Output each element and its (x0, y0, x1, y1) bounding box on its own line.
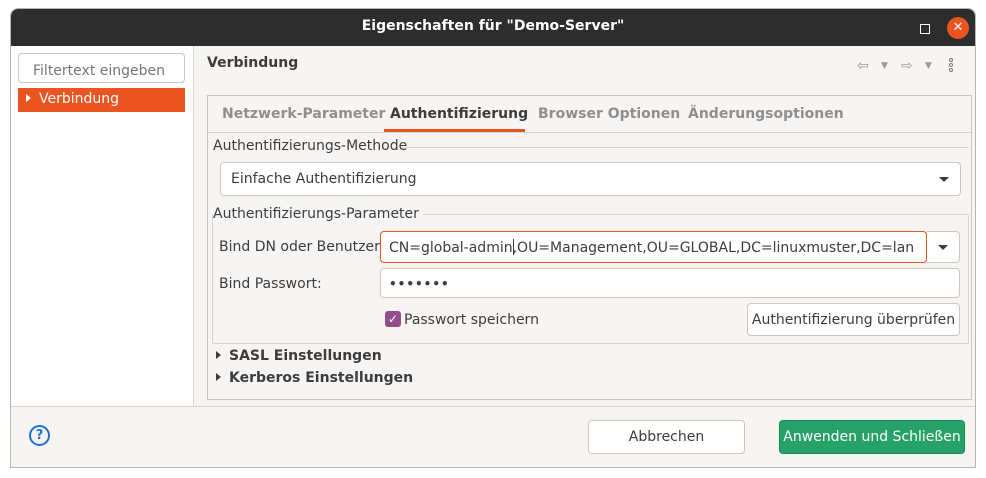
back-arrow-icon[interactable]: ⇦ (857, 58, 869, 74)
sidebar: Verbindung (11, 46, 194, 406)
filter-input[interactable] (18, 53, 185, 83)
sasl-section-label: SASL Einstellungen (229, 348, 382, 364)
bind-password-input[interactable]: ••••••• (380, 268, 960, 298)
auth-method-select[interactable]: Einfache Authentifizierung (220, 162, 961, 196)
bind-dn-text-after-cursor: ,OU=Management,OU=GLOBAL,DC=linuxmuster,… (512, 240, 915, 256)
title-bar[interactable]: Eigenschaften für "Demo-Server" ✕ (11, 9, 975, 46)
check-authentication-button[interactable]: Authentifizierung überprüfen (747, 303, 960, 336)
save-password-checkbox[interactable]: ✓ (385, 311, 401, 327)
forward-dropdown-icon[interactable]: ▼ (925, 58, 932, 74)
expand-arrow-icon[interactable] (216, 351, 221, 359)
close-icon[interactable]: ✕ (947, 17, 969, 39)
view-menu-icon[interactable] (949, 58, 955, 74)
minimize-icon[interactable] (913, 17, 935, 39)
expand-arrow-icon[interactable] (216, 373, 221, 381)
sidebar-item-verbindung[interactable]: Verbindung (18, 88, 185, 112)
auth-method-value: Einfache Authentifizierung (231, 171, 417, 187)
save-password-label[interactable]: Passwort speichern (404, 312, 539, 328)
chevron-down-icon (938, 245, 948, 250)
method-group-divider (401, 147, 969, 148)
footer-divider (11, 406, 975, 407)
password-mask: ••••••• (389, 277, 450, 291)
bind-dn-input[interactable]: CN=global-admin,OU=Management,OU=GLOBAL,… (380, 231, 927, 263)
tab-netzwerk-parameter[interactable]: Netzwerk-Parameter (222, 106, 385, 122)
tab-bar: Netzwerk-Parameter Authentifizierung Bro… (208, 96, 971, 133)
bind-dn-label: Bind DN oder Benutzer: (219, 239, 385, 255)
params-group-label: Authentifizierungs-Parameter (213, 206, 423, 222)
properties-dialog: Eigenschaften für "Demo-Server" ✕ Verbin… (10, 8, 976, 468)
forward-arrow-icon[interactable]: ⇨ (901, 58, 913, 74)
chevron-down-icon (939, 177, 949, 182)
bind-password-label: Bind Passwort: (219, 276, 322, 292)
tab-authentifizierung[interactable]: Authentifizierung (390, 106, 528, 122)
help-icon[interactable]: ? (29, 425, 50, 446)
bind-dn-history-dropdown[interactable] (927, 231, 960, 263)
tab-browser-optionen[interactable]: Browser Optionen (538, 106, 680, 122)
window-title: Eigenschaften für "Demo-Server" (361, 18, 625, 34)
tab-aenderungsoptionen[interactable]: Änderungsoptionen (688, 106, 844, 122)
expand-arrow-icon[interactable] (26, 94, 31, 102)
kerberos-section-toggle[interactable]: Kerberos Einstellungen (216, 370, 413, 386)
kerberos-section-label: Kerberos Einstellungen (229, 370, 414, 386)
page-title: Verbindung (207, 55, 299, 71)
method-group-label: Authentifizierungs-Methode (213, 138, 408, 154)
sasl-section-toggle[interactable]: SASL Einstellungen (216, 348, 382, 364)
back-dropdown-icon[interactable]: ▼ (881, 58, 888, 74)
active-tab-indicator (384, 129, 525, 132)
tab-panel: Netzwerk-Parameter Authentifizierung Bro… (207, 95, 972, 400)
apply-and-close-button[interactable]: Anwenden und Schließen (779, 420, 965, 454)
bind-dn-text-before-cursor: CN=global-admin (389, 240, 513, 256)
sidebar-item-label: Verbindung (39, 91, 120, 107)
cancel-button[interactable]: Abbrechen (588, 420, 745, 454)
